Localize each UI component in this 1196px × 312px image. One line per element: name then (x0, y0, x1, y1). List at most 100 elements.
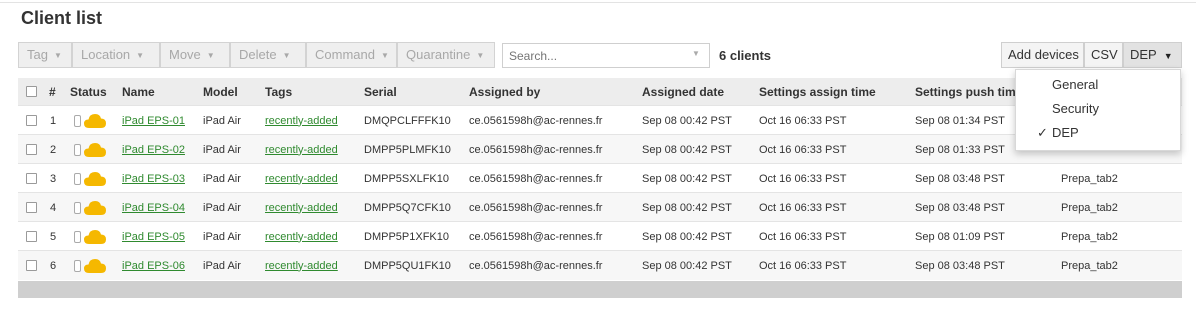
col-assigned-date[interactable]: Assigned date (642, 78, 724, 105)
menu-item-security[interactable]: Security (1016, 96, 1180, 120)
col-settings-assign-time[interactable]: Settings assign time (759, 78, 876, 105)
row-select-cell (26, 164, 37, 193)
csv-button[interactable]: CSV (1084, 42, 1123, 68)
table-row[interactable]: 3 iPad EPS-03 iPad Air recently-added DMPP5S… (18, 163, 1182, 193)
assigned-date-cell: Sep 08 00:42 PST (642, 201, 732, 214)
table-row[interactable]: 6 iPad EPS-06 iPad Air recently-added DMPP5Q… (18, 250, 1182, 280)
search-caret-icon[interactable]: ▼ (692, 49, 700, 58)
table-row[interactable]: 2 iPad EPS-02 iPad Air recently-added DMPP5P… (18, 134, 1182, 164)
assigned-by-cell: ce.0561598h@ac-rennes.fr (469, 259, 603, 272)
caret-down-icon: ▼ (206, 51, 215, 60)
command-label: Command (315, 47, 375, 62)
status-cell (74, 193, 106, 222)
cloud-icon (84, 113, 106, 128)
status-cell (74, 106, 106, 135)
serial-cell: DMPP5SXLFK10 (364, 172, 449, 185)
menu-item-label: Security (1052, 101, 1099, 116)
profile-cell: Prepa_tab2 (1061, 230, 1118, 243)
menu-item-label: DEP (1052, 125, 1079, 140)
model-cell: iPad Air (203, 259, 241, 272)
settings-assign-time-cell: Oct 16 06:33 PST (759, 201, 847, 214)
settings-push-time-cell: Sep 08 01:09 PST (915, 230, 1005, 243)
tag-dropdown-button[interactable]: Tag ▼ (18, 42, 72, 68)
view-dropdown-menu: General Security ✓ DEP (1015, 69, 1181, 151)
tag-link[interactable]: recently-added (265, 164, 338, 193)
command-dropdown-button[interactable]: Command ▼ (306, 42, 397, 68)
cloud-icon (84, 229, 106, 244)
tag-link[interactable]: recently-added (265, 222, 338, 251)
row-checkbox[interactable] (26, 115, 37, 126)
serial-cell: DMPP5PLMFK10 (364, 143, 451, 156)
table-row[interactable]: 1 iPad EPS-01 iPad Air recently-added DMQPCL… (18, 105, 1182, 135)
row-checkbox[interactable] (26, 173, 37, 184)
client-count: 6 clients (719, 48, 772, 63)
menu-item-dep[interactable]: ✓ DEP (1016, 120, 1180, 144)
status-cell (74, 164, 106, 193)
row-checkbox[interactable] (26, 202, 37, 213)
assigned-date-cell: Sep 08 00:42 PST (642, 230, 732, 243)
search-input[interactable] (502, 43, 710, 68)
view-dropdown-button[interactable]: DEP ▼ (1123, 42, 1182, 68)
col-settings-push-time[interactable]: Settings push tim (915, 78, 1016, 105)
table-row[interactable]: 4 iPad EPS-04 iPad Air recently-added DMPP5Q… (18, 192, 1182, 222)
device-phone-icon (74, 230, 81, 243)
status-cell (74, 251, 106, 280)
caret-down-icon: ▼ (53, 51, 62, 60)
row-checkbox[interactable] (26, 260, 37, 271)
device-name-link[interactable]: iPad EPS-05 (122, 222, 185, 251)
cloud-icon (84, 142, 106, 157)
add-devices-button[interactable]: Add devices (1001, 42, 1084, 68)
row-select-cell (26, 193, 37, 222)
table-footer-bar (18, 281, 1182, 298)
col-assigned-by[interactable]: Assigned by (469, 78, 540, 105)
serial-cell: DMPP5Q7CFK10 (364, 201, 451, 214)
device-name-link[interactable]: iPad EPS-02 (122, 135, 185, 164)
profile-cell: Prepa_tab2 (1061, 201, 1118, 214)
caret-down-icon: ▼ (282, 51, 291, 60)
location-dropdown-button[interactable]: Location ▼ (72, 42, 160, 68)
assigned-date-cell: Sep 08 00:42 PST (642, 114, 732, 127)
settings-push-time-cell: Sep 08 03:48 PST (915, 201, 1005, 214)
select-all-checkbox[interactable] (26, 86, 37, 97)
device-phone-icon (74, 259, 81, 272)
select-all-cell (26, 78, 37, 105)
caret-down-icon: ▼ (476, 51, 485, 60)
row-checkbox[interactable] (26, 231, 37, 242)
tag-link[interactable]: recently-added (265, 251, 338, 280)
col-tags[interactable]: Tags (265, 78, 292, 105)
assigned-by-cell: ce.0561598h@ac-rennes.fr (469, 143, 603, 156)
tag-link[interactable]: recently-added (265, 193, 338, 222)
col-number[interactable]: # (49, 78, 56, 105)
quarantine-dropdown-button[interactable]: Quarantine ▼ (397, 42, 495, 68)
caret-down-icon: ▼ (1163, 51, 1173, 61)
table-header: # Status Name Model Tags Serial Assigned… (18, 78, 1182, 105)
row-checkbox[interactable] (26, 144, 37, 155)
device-phone-icon (74, 143, 81, 156)
settings-push-time-cell: Sep 08 03:48 PST (915, 172, 1005, 185)
settings-assign-time-cell: Oct 16 06:33 PST (759, 172, 847, 185)
move-dropdown-button[interactable]: Move ▼ (160, 42, 230, 68)
page-title: Client list (21, 8, 103, 28)
top-divider (0, 2, 1196, 3)
device-phone-icon (74, 172, 81, 185)
delete-dropdown-button[interactable]: Delete ▼ (230, 42, 306, 68)
tag-link[interactable]: recently-added (265, 106, 338, 135)
assigned-by-cell: ce.0561598h@ac-rennes.fr (469, 230, 603, 243)
menu-item-general[interactable]: General (1016, 72, 1180, 96)
device-name-link[interactable]: iPad EPS-01 (122, 106, 185, 135)
col-serial[interactable]: Serial (364, 78, 397, 105)
model-cell: iPad Air (203, 201, 241, 214)
device-name-link[interactable]: iPad EPS-03 (122, 164, 185, 193)
col-model[interactable]: Model (203, 78, 238, 105)
device-name-link[interactable]: iPad EPS-06 (122, 251, 185, 280)
toolbar: Tag ▼ Location ▼ Move ▼ Delete ▼ Command ▼ Qu… (18, 42, 1188, 68)
col-name[interactable]: Name (122, 78, 155, 105)
settings-assign-time-cell: Oct 16 06:33 PST (759, 230, 847, 243)
table-row[interactable]: 5 iPad EPS-05 iPad Air recently-added DMPP5P… (18, 221, 1182, 251)
caret-down-icon: ▼ (136, 51, 145, 60)
device-name-link[interactable]: iPad EPS-04 (122, 193, 185, 222)
row-select-cell (26, 106, 37, 135)
col-status[interactable]: Status (70, 78, 107, 105)
serial-cell: DMQPCLFFFK10 (364, 114, 451, 127)
tag-link[interactable]: recently-added (265, 135, 338, 164)
